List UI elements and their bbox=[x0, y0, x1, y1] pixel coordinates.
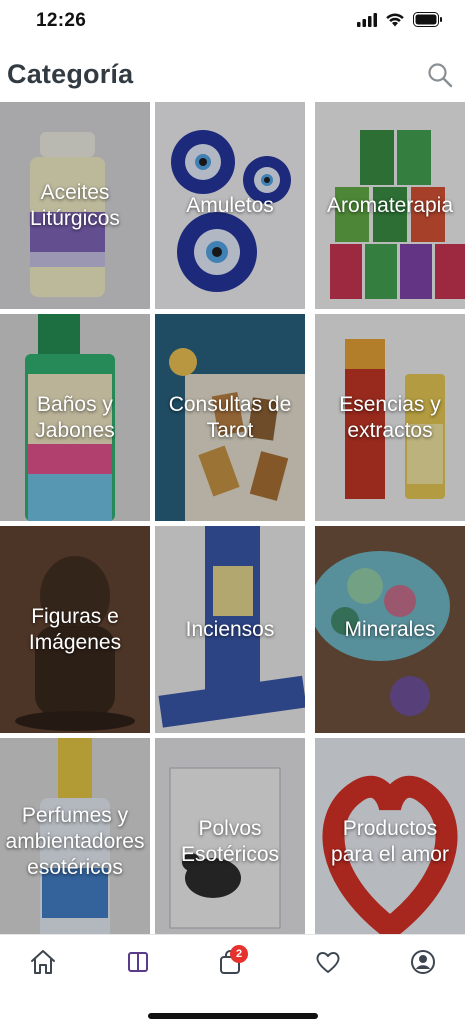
category-label: Figuras e Imágenes bbox=[28, 604, 122, 654]
category-tile-aromaterapia[interactable]: Aromaterapia bbox=[315, 102, 465, 309]
category-label: Productos para el amor bbox=[331, 816, 449, 866]
signal-icon bbox=[357, 12, 377, 27]
category-tile-minerales[interactable]: Minerales bbox=[315, 526, 465, 733]
category-label: Polvos Esotéricos bbox=[180, 816, 280, 866]
category-tile-aceites[interactable]: Aceites Litúrgicos bbox=[0, 102, 150, 309]
category-tile-esencias[interactable]: Esencias y extractos bbox=[315, 314, 465, 521]
tab-home[interactable] bbox=[28, 947, 58, 977]
category-tile-amuletos[interactable]: Amuletos bbox=[155, 102, 305, 309]
category-label: Minerales bbox=[344, 617, 436, 641]
account-icon bbox=[411, 950, 435, 974]
catalog-icon bbox=[128, 952, 148, 972]
battery-icon bbox=[413, 12, 442, 27]
category-label: Aromaterapia bbox=[326, 193, 454, 217]
category-tile-polvos[interactable]: Polvos Esotéricos bbox=[155, 738, 305, 934]
category-label: Baños y Jabones bbox=[35, 392, 115, 442]
status-icons bbox=[357, 12, 443, 27]
page-title: Categoría bbox=[7, 59, 134, 89]
status-time: 12:26 bbox=[36, 10, 87, 31]
category-tile-inciensos[interactable]: Inciensos bbox=[155, 526, 305, 733]
wifi-icon bbox=[386, 13, 404, 27]
category-label: Consultas de Tarot bbox=[168, 392, 292, 442]
bottom-tab-bar: 2 bbox=[0, 934, 465, 1023]
category-tile-amor[interactable]: Productos para el amor bbox=[315, 738, 465, 934]
home-indicator bbox=[148, 1013, 318, 1019]
tab-account[interactable] bbox=[408, 947, 438, 977]
category-tile-banos[interactable]: Baños y Jabones bbox=[0, 314, 150, 521]
category-label: Esencias y extractos bbox=[339, 392, 441, 442]
cart-badge: 2 bbox=[230, 945, 248, 963]
category-tile-tarot[interactable]: Consultas de Tarot bbox=[155, 314, 305, 521]
category-label: Amuletos bbox=[186, 193, 274, 217]
search-icon bbox=[428, 63, 453, 88]
category-label: Perfumes y ambientadores esotéricos bbox=[5, 803, 145, 879]
category-tile-perfumes[interactable]: Perfumes y ambientadores esotéricos bbox=[0, 738, 150, 934]
tab-favorites[interactable] bbox=[313, 947, 343, 977]
category-tile-figuras[interactable]: Figuras e Imágenes bbox=[0, 526, 150, 733]
category-label: Inciensos bbox=[185, 617, 275, 641]
search-button[interactable] bbox=[427, 62, 453, 88]
category-grid: Aceites Litúrgicos Amuletos Aromaterapia bbox=[0, 102, 465, 934]
category-label: Aceites Litúrgicos bbox=[30, 180, 120, 230]
heart-icon bbox=[316, 952, 340, 973]
tab-catalog[interactable] bbox=[123, 947, 153, 977]
status-bar: 12:26 bbox=[0, 0, 465, 46]
header: Categoría bbox=[0, 46, 465, 102]
home-icon bbox=[31, 950, 55, 974]
